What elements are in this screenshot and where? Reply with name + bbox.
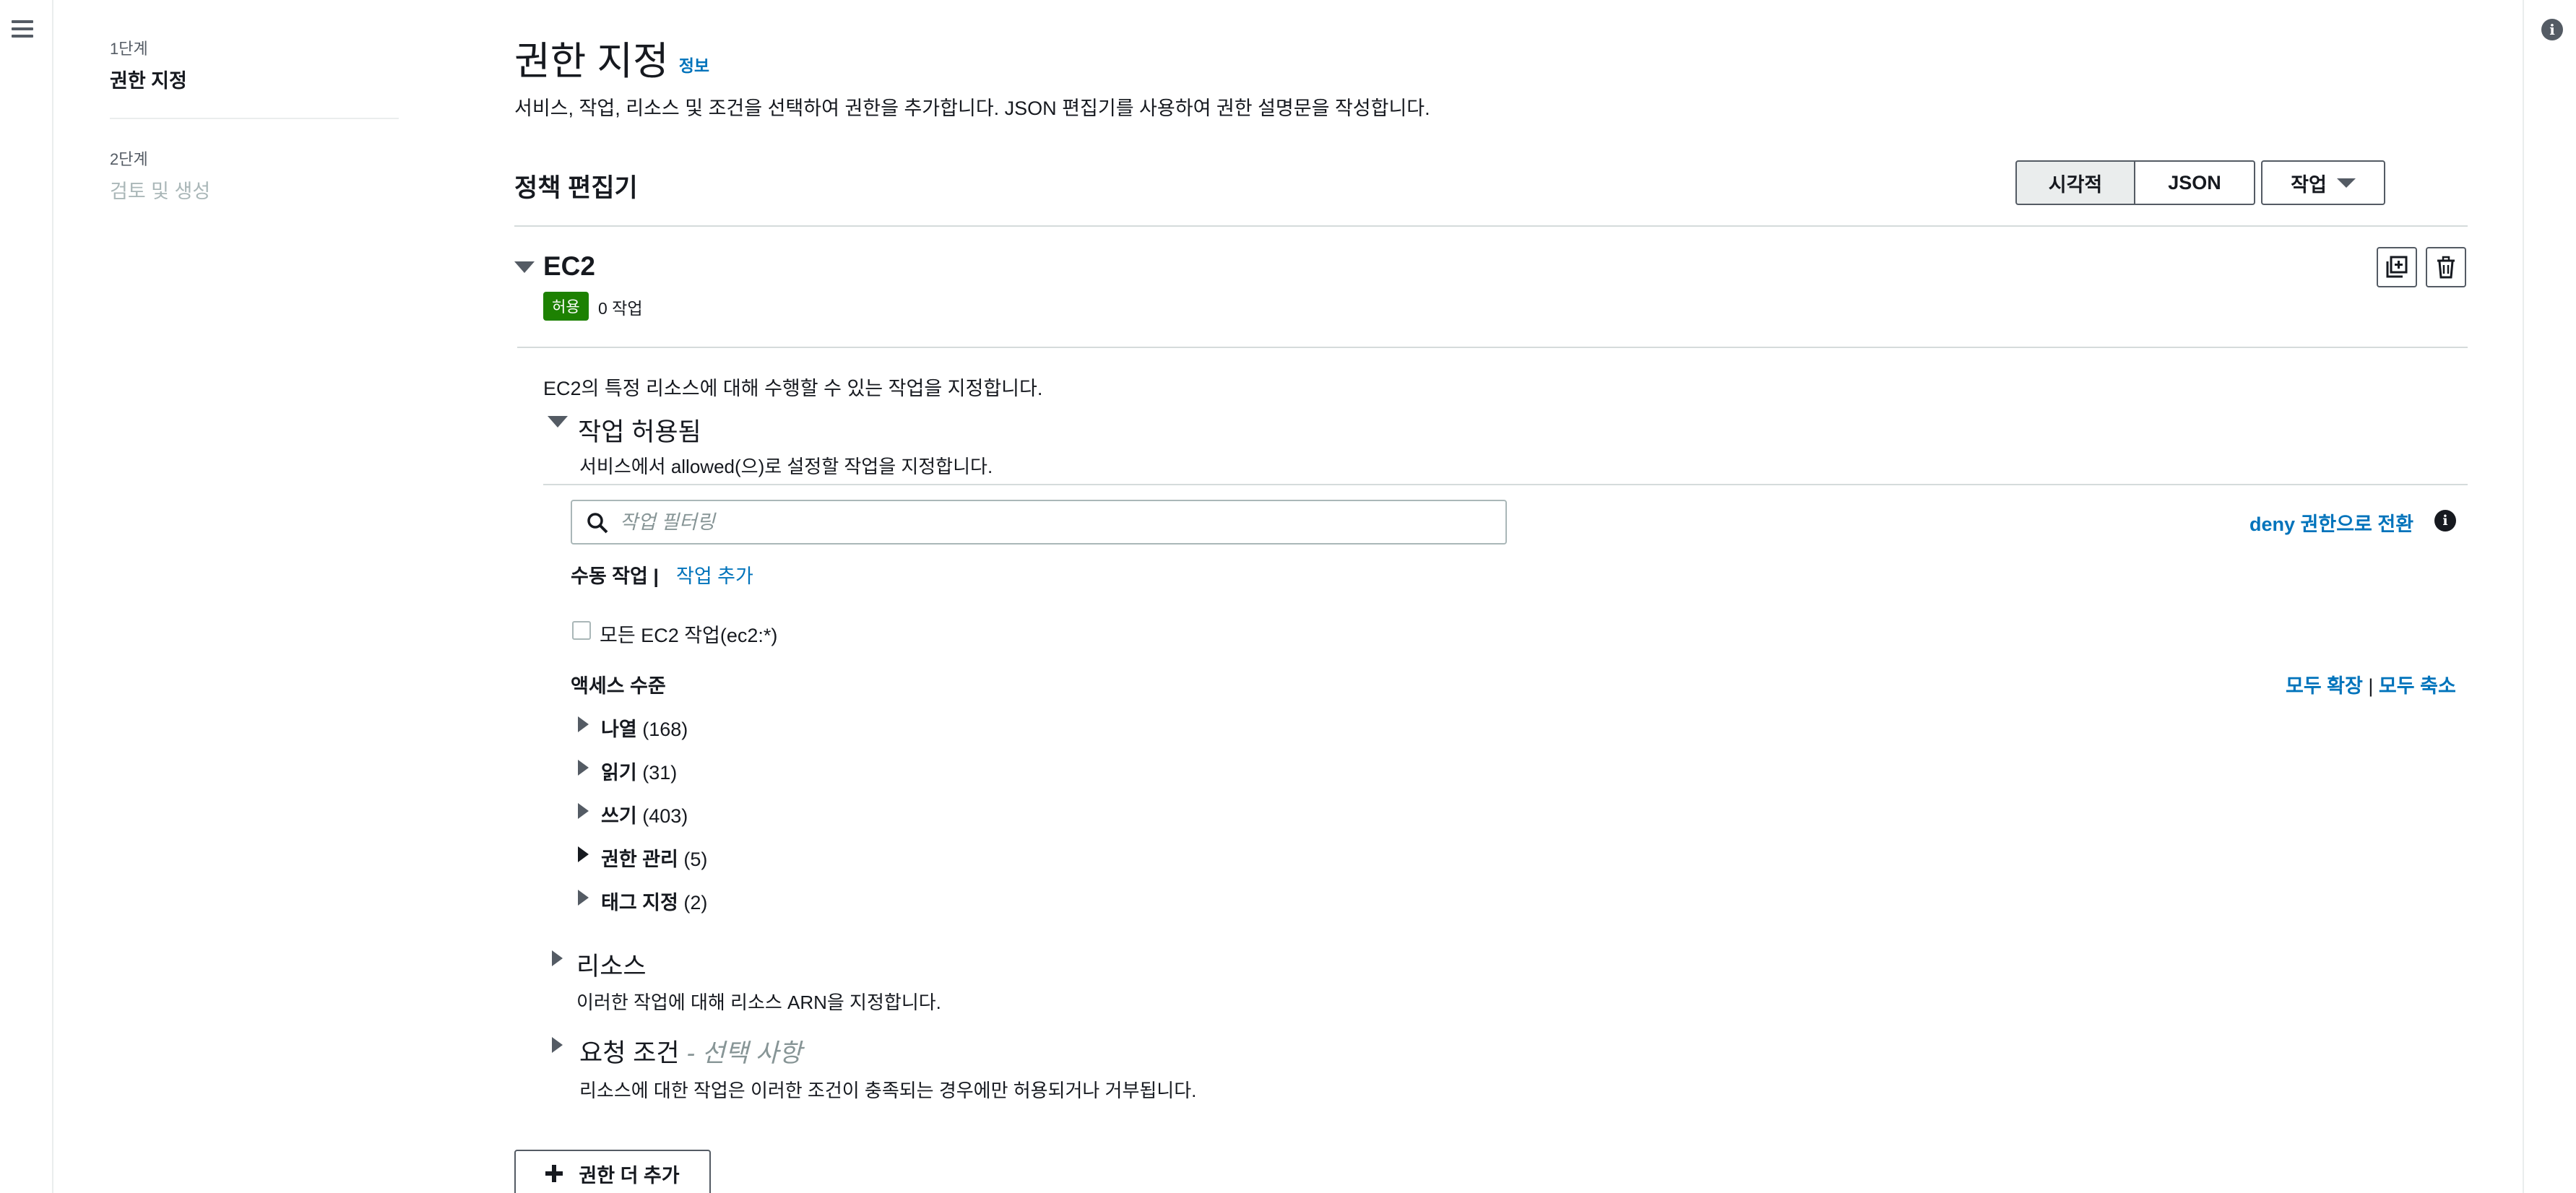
step-divider bbox=[110, 118, 399, 119]
duplicate-icon bbox=[2386, 256, 2408, 278]
divider bbox=[543, 484, 2468, 485]
action-filter bbox=[571, 500, 1507, 545]
collapse-all-link[interactable]: 모두 축소 bbox=[2379, 675, 2456, 697]
collapse-actions-icon[interactable] bbox=[548, 416, 568, 428]
access-level-count: (403) bbox=[642, 805, 688, 827]
access-level-count: (5) bbox=[683, 849, 708, 870]
actions-allowed-title: 작업 허용됨 bbox=[578, 418, 701, 446]
service-description: EC2의 특정 리소스에 대해 수행할 수 있는 작업을 지정합니다. bbox=[543, 378, 1043, 399]
json-tab[interactable]: JSON bbox=[2135, 160, 2255, 205]
action-count: 0 작업 bbox=[598, 299, 643, 318]
caret-down-icon bbox=[2336, 178, 2356, 188]
access-level-name: 권한 관리 bbox=[601, 849, 678, 870]
left-navigation-rail bbox=[0, 0, 53, 1193]
effect-badge: 허용 bbox=[543, 292, 589, 321]
info-icon[interactable]: i bbox=[2541, 19, 2563, 40]
page-title: 권한 지정 정보 bbox=[514, 40, 710, 83]
expand-collapse-controls: 모두 확장 | 모두 축소 bbox=[2286, 670, 2456, 698]
add-action-link[interactable]: 작업 추가 bbox=[676, 560, 753, 589]
expand-icon bbox=[578, 846, 589, 862]
expand-conditions-icon[interactable] bbox=[552, 1037, 563, 1053]
add-more-permissions-button[interactable]: 권한 더 추가 bbox=[514, 1150, 711, 1193]
resources-title[interactable]: 리소스 bbox=[576, 946, 647, 983]
expand-icon bbox=[578, 760, 589, 776]
service-name: EC2 bbox=[543, 251, 595, 281]
action-filter-input[interactable] bbox=[620, 508, 1487, 536]
wizard-steps: 1단계 권한 지정 2단계 검토 및 생성 bbox=[110, 36, 399, 204]
step-title: 검토 및 생성 bbox=[110, 181, 211, 202]
duplicate-button[interactable] bbox=[2377, 247, 2417, 287]
visual-tab[interactable]: 시각적 bbox=[2015, 160, 2135, 205]
resources-description: 이러한 작업에 대해 리소스 ARN을 지정합니다. bbox=[576, 992, 941, 1013]
actions-dropdown-label: 작업 bbox=[2291, 173, 2327, 196]
step-2: 2단계 검토 및 생성 bbox=[110, 147, 399, 204]
step-number: 1단계 bbox=[110, 40, 148, 58]
access-level-name: 나열 bbox=[601, 719, 637, 740]
expand-resources-icon[interactable] bbox=[552, 950, 563, 966]
request-conditions-title[interactable]: 요청 조건 - 선택 사항 bbox=[579, 1033, 802, 1070]
divider bbox=[514, 225, 2468, 227]
access-level-count: (31) bbox=[642, 762, 678, 784]
optional-label: - 선택 사항 bbox=[686, 1039, 803, 1067]
help-panel-rail: i bbox=[2523, 0, 2576, 1193]
add-more-permissions-label: 권한 더 추가 bbox=[579, 1164, 680, 1187]
info-icon[interactable]: i bbox=[2434, 510, 2456, 532]
separator: | bbox=[2368, 675, 2374, 697]
info-link[interactable]: 정보 bbox=[679, 56, 709, 75]
expand-icon bbox=[578, 803, 589, 819]
search-icon bbox=[587, 513, 608, 534]
request-conditions-label: 요청 조건 bbox=[579, 1039, 680, 1067]
switch-to-deny-link[interactable]: deny 권한으로 전환 bbox=[2249, 508, 2413, 537]
plus-icon bbox=[545, 1165, 563, 1182]
collapse-service-icon[interactable] bbox=[514, 261, 535, 273]
page-description: 서비스, 작업, 리소스 및 조건을 선택하여 권한을 추가합니다. JSON … bbox=[514, 97, 1430, 119]
step-1[interactable]: 1단계 권한 지정 bbox=[110, 36, 399, 93]
manual-actions-label: 수동 작업 | bbox=[571, 565, 659, 587]
policy-editor-title: 정책 편집기 bbox=[514, 174, 638, 202]
step-number: 2단계 bbox=[110, 150, 148, 168]
trash-icon bbox=[2437, 256, 2455, 279]
expand-all-link[interactable]: 모두 확장 bbox=[2286, 675, 2363, 697]
request-conditions-description: 리소스에 대한 작업은 이러한 조건이 충족되는 경우에만 허용되거나 거부됩니… bbox=[579, 1080, 1197, 1101]
access-level-count: (2) bbox=[683, 892, 708, 914]
access-level-title: 액세스 수준 bbox=[571, 675, 666, 697]
expand-icon bbox=[578, 716, 589, 732]
expand-icon bbox=[578, 890, 589, 906]
access-level-count: (168) bbox=[642, 719, 688, 740]
editor-mode-toggle: 시각적 JSON 작업 bbox=[2015, 160, 2385, 205]
remove-button[interactable] bbox=[2426, 247, 2466, 287]
all-ec2-actions-checkbox[interactable] bbox=[572, 621, 591, 640]
all-ec2-actions-label[interactable]: 모든 EC2 작업(ec2:*) bbox=[600, 620, 777, 648]
step-title: 권한 지정 bbox=[110, 70, 187, 92]
divider bbox=[517, 347, 2468, 348]
access-level-name: 쓰기 bbox=[601, 805, 637, 827]
actions-allowed-description: 서비스에서 allowed(으)로 설정할 작업을 지정합니다. bbox=[579, 456, 993, 477]
access-level-name: 태그 지정 bbox=[601, 892, 678, 914]
menu-icon[interactable] bbox=[12, 20, 33, 39]
access-level-name: 읽기 bbox=[601, 762, 637, 784]
actions-dropdown[interactable]: 작업 bbox=[2261, 160, 2385, 205]
